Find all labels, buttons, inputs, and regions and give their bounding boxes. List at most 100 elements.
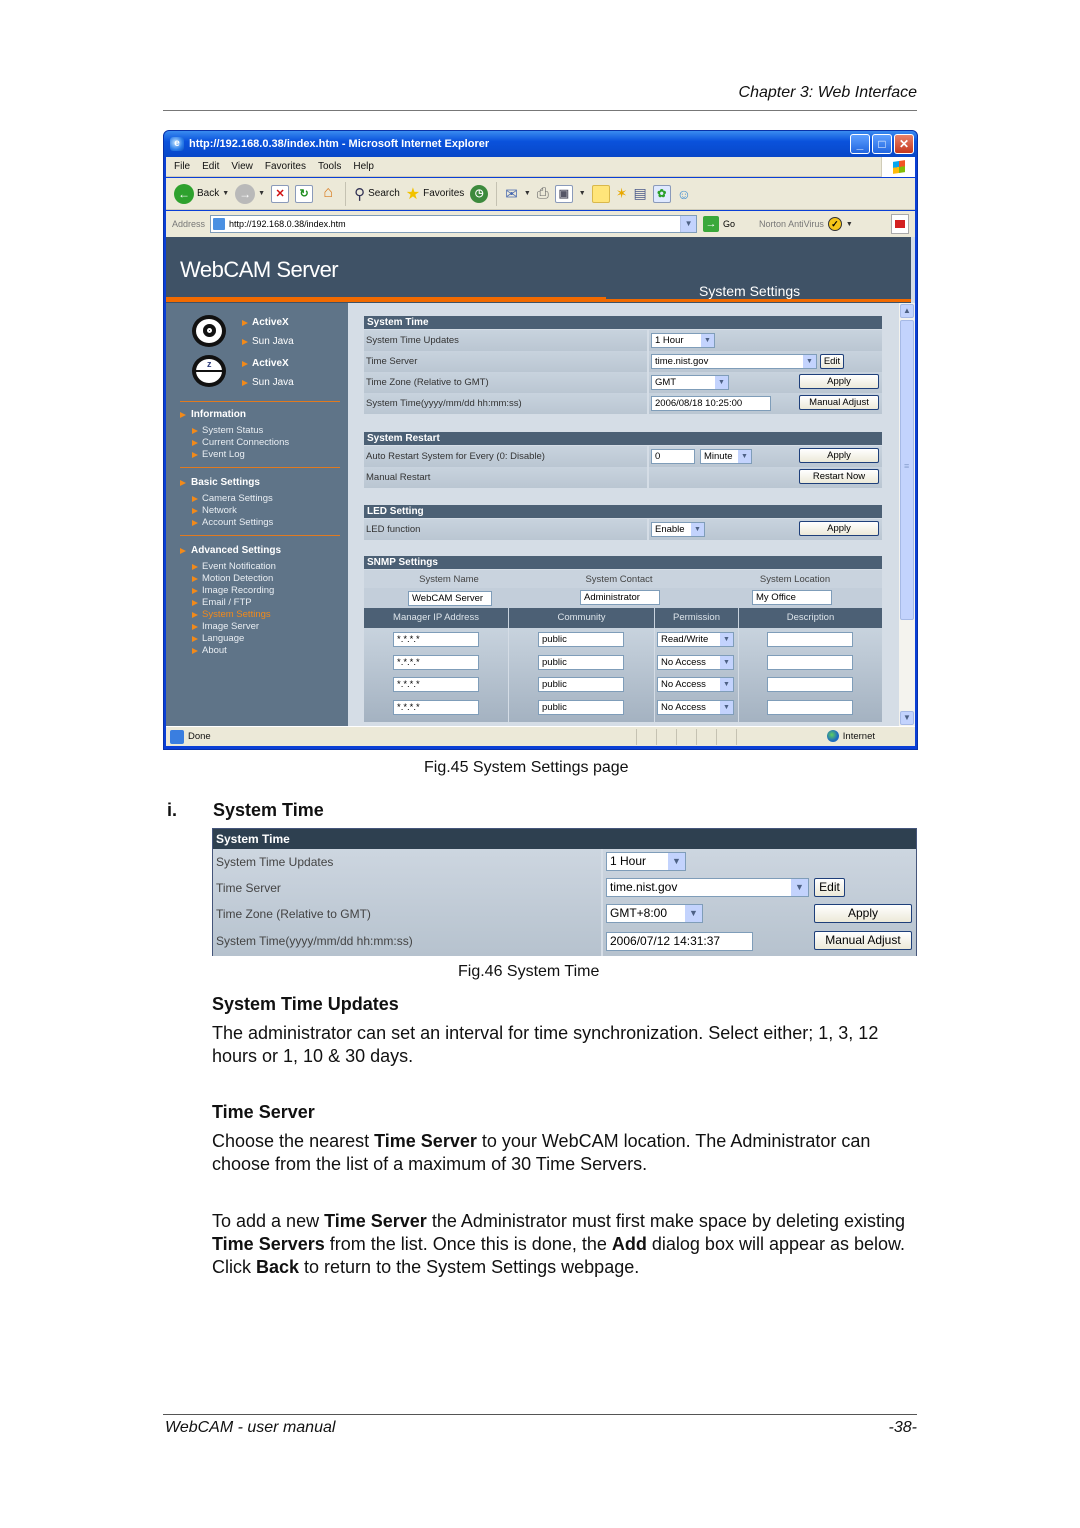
print-icon[interactable]: ⎙ [537, 185, 549, 202]
edit-time-server-button[interactable]: Edit [820, 354, 844, 369]
sidebar-item-motion-detection[interactable]: Motion Detection [192, 573, 273, 584]
time-server-select[interactable]: time.nist.gov ▼ [651, 354, 817, 369]
manager-ip-input[interactable]: *.*.*.* [393, 677, 479, 692]
sidebar-item-event-log[interactable]: Event Log [192, 449, 245, 460]
restart-now-button[interactable]: Restart Now [799, 469, 879, 484]
apply-time-zone-button[interactable]: Apply [799, 374, 879, 389]
stop-icon[interactable]: ✕ [271, 184, 290, 203]
viewer-link-activex-1[interactable]: ActiveX [242, 317, 289, 328]
description-input[interactable] [767, 655, 853, 670]
row-label: Time Zone (Relative to GMT) [216, 907, 371, 921]
permission-select[interactable]: No Access ▼ [657, 655, 734, 670]
scroll-up-icon[interactable]: ▲ [900, 304, 914, 318]
time-zone-select[interactable]: GMT+8:00 ▼ [606, 904, 703, 923]
sidebar-item-camera-settings[interactable]: Camera Settings [192, 493, 273, 504]
permission-select[interactable]: No Access ▼ [657, 677, 734, 692]
time-zone-select[interactable]: GMT ▼ [651, 375, 729, 390]
sidebar-item-image-server[interactable]: Image Server [192, 621, 259, 632]
system-contact-input[interactable]: Administrator [580, 590, 660, 605]
mail-icon[interactable]: ✉ [505, 185, 518, 203]
go-button[interactable]: → Go [703, 216, 735, 232]
permission-select[interactable]: Read/Write ▼ [657, 632, 734, 647]
history-icon[interactable]: ◷ [470, 184, 489, 203]
led-function-select[interactable]: Enable ▼ [651, 522, 705, 537]
description-input[interactable] [767, 677, 853, 692]
apply-time-zone-button[interactable]: Apply [814, 904, 912, 923]
viewer-link-sunjava-2[interactable]: Sun Java [242, 377, 294, 388]
messenger-icon[interactable]: ☺ [677, 186, 691, 202]
menu-favorites[interactable]: Favorites [265, 161, 306, 172]
scrollbar-thumb[interactable] [900, 320, 914, 620]
manager-ip-input[interactable]: *.*.*.* [393, 700, 479, 715]
time-updates-select[interactable]: 1 Hour ▼ [651, 333, 715, 348]
forward-button[interactable]: → ▼ [235, 181, 265, 207]
description-input[interactable] [767, 700, 853, 715]
add-favorite-icon[interactable]: ✶ [616, 185, 628, 202]
sidebar-heading-information[interactable]: Information [180, 409, 246, 420]
system-location-input[interactable]: My Office [752, 590, 832, 605]
menu-file[interactable]: File [174, 161, 190, 172]
norton-antivirus-button[interactable]: Norton AntiVirus ✓ ▼ [759, 217, 853, 231]
description-input[interactable] [767, 632, 853, 647]
apply-led-button[interactable]: Apply [799, 521, 879, 536]
minimize-button[interactable]: _ [850, 134, 870, 154]
edit-time-server-button[interactable]: Edit [814, 878, 845, 897]
sidebar-item-current-connections[interactable]: Current Connections [192, 437, 289, 448]
sidebar-item-event-notification[interactable]: Event Notification [192, 561, 276, 572]
vertical-scrollbar[interactable]: ▲ ▼ [899, 303, 915, 726]
arrow-icon [180, 479, 186, 486]
community-input[interactable]: public [538, 700, 624, 715]
refresh-icon[interactable]: ↻ [295, 184, 314, 203]
menu-view[interactable]: View [231, 161, 253, 172]
text-run: the Administrator must first make space … [426, 1211, 906, 1231]
snmp-info-labels: System Name System Contact System Locati… [364, 570, 882, 588]
address-input[interactable]: http://192.168.0.38/index.htm ▼ [210, 215, 698, 233]
system-time-input[interactable]: 2006/07/12 14:31:37 [606, 932, 753, 951]
menu-help[interactable]: Help [353, 161, 374, 172]
favorites-button[interactable]: ★ Favorites [406, 181, 464, 207]
viewer-link-sunjava-1[interactable]: Sun Java [242, 336, 294, 347]
community-input[interactable]: public [538, 677, 624, 692]
close-button[interactable]: ✕ [894, 134, 914, 154]
restart-unit-select[interactable]: Minute ▼ [700, 449, 752, 464]
edit-icon[interactable]: ▣ [554, 184, 573, 203]
sidebar-item-system-settings[interactable]: System Settings [192, 609, 271, 620]
manual-adjust-button[interactable]: Manual Adjust [799, 395, 879, 410]
go-label: Go [723, 219, 736, 229]
time-server-select[interactable]: time.nist.gov ▼ [606, 878, 809, 897]
manual-adjust-button[interactable]: Manual Adjust [814, 931, 912, 950]
time-updates-select[interactable]: 1 Hour ▼ [606, 852, 686, 871]
icq-icon[interactable]: ✿ [652, 184, 671, 203]
system-name-input[interactable]: WebCAM Server [408, 591, 492, 606]
sidebar-item-account-settings[interactable]: Account Settings [192, 517, 273, 528]
scroll-down-icon[interactable]: ▼ [900, 711, 914, 725]
sidebar-item-network[interactable]: Network [192, 505, 237, 516]
sidebar-heading-basic-settings[interactable]: Basic Settings [180, 477, 260, 488]
home-icon[interactable]: ⌂ [319, 184, 337, 203]
sidebar-item-language[interactable]: Language [192, 633, 244, 644]
search-button[interactable]: ⚲ Search [354, 181, 400, 207]
menu-edit[interactable]: Edit [202, 161, 219, 172]
pdf-icon[interactable] [891, 214, 909, 234]
community-input[interactable]: public [538, 632, 624, 647]
sidebar-item-system-status[interactable]: System Status [192, 425, 263, 436]
viewer-link-activex-2[interactable]: ActiveX [242, 358, 289, 369]
toolbar-separator [345, 181, 347, 206]
sidebar-heading-advanced-settings[interactable]: Advanced Settings [180, 545, 281, 556]
research-icon[interactable]: ▤ [633, 185, 646, 202]
chevron-down-icon[interactable]: ▼ [680, 216, 697, 232]
sidebar-item-about[interactable]: About [192, 645, 227, 656]
notes-icon[interactable] [591, 184, 610, 203]
manager-ip-input[interactable]: *.*.*.* [393, 655, 479, 670]
auto-restart-input[interactable]: 0 [651, 449, 695, 464]
sidebar-item-image-recording[interactable]: Image Recording [192, 585, 274, 596]
maximize-button[interactable]: □ [872, 134, 892, 154]
system-time-input[interactable]: 2006/08/18 10:25:00 [651, 396, 771, 411]
sidebar-item-email-ftp[interactable]: Email / FTP [192, 597, 252, 608]
community-input[interactable]: public [538, 655, 624, 670]
manager-ip-input[interactable]: *.*.*.* [393, 632, 479, 647]
permission-select[interactable]: No Access ▼ [657, 700, 734, 715]
back-button[interactable]: ← Back ▼ [174, 181, 229, 207]
menu-tools[interactable]: Tools [318, 161, 341, 172]
apply-auto-restart-button[interactable]: Apply [799, 448, 879, 463]
